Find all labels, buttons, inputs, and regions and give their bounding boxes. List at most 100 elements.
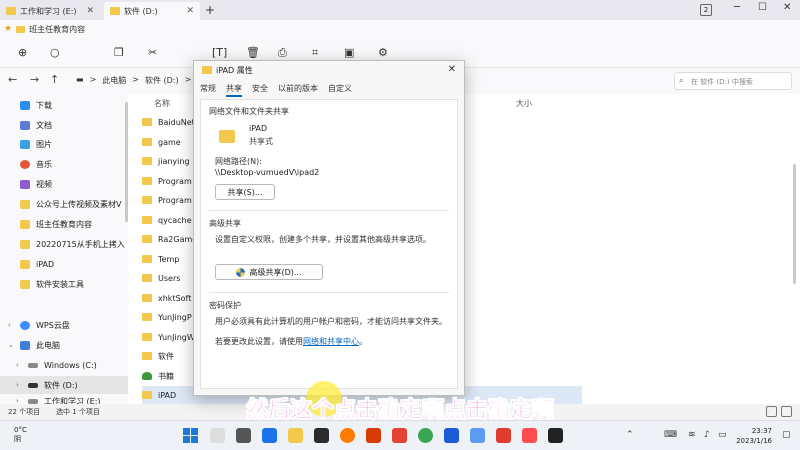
browser-icon[interactable] bbox=[262, 428, 277, 443]
sidebar-item-folder[interactable]: 软件安装工具 bbox=[0, 275, 128, 293]
clock[interactable]: 23:37 2023/1/16 bbox=[736, 426, 772, 446]
sidebar-item-folder[interactable]: 班主任教育内容 bbox=[0, 215, 128, 233]
sidebar-item-folder[interactable]: iPAD bbox=[0, 255, 128, 273]
copy-icon[interactable]: ❐ bbox=[114, 46, 124, 59]
column-header-size[interactable]: 大小 bbox=[516, 98, 532, 109]
sidebar-item-this-pc[interactable]: ⌄ 此电脑 bbox=[0, 336, 128, 354]
tab-general[interactable]: 常规 bbox=[200, 83, 216, 97]
chevron-right-icon[interactable]: › bbox=[16, 361, 26, 369]
app-icon[interactable] bbox=[340, 428, 355, 443]
breadcrumb-sep: > bbox=[184, 75, 192, 84]
details-view-icon[interactable] bbox=[766, 406, 777, 417]
tab-security[interactable]: 安全 bbox=[252, 83, 268, 97]
dialog-tabs: 常规 共享 安全 以前的版本 自定义 bbox=[200, 83, 352, 97]
maximize-icon[interactable]: ☐ bbox=[758, 2, 767, 13]
sidebar-item-drive-d[interactable]: › 软件 (D:) bbox=[0, 376, 128, 394]
app-icon[interactable] bbox=[522, 428, 537, 443]
sidebar-item-folder[interactable]: 20220715从手机上拷入 bbox=[0, 235, 128, 253]
share-button[interactable]: 共享(S)... bbox=[215, 184, 275, 200]
notification-icon[interactable]: ▢ bbox=[782, 430, 791, 440]
share-icon[interactable]: ⎙ bbox=[278, 46, 287, 60]
tab-work-study-drive[interactable]: 工作和学习 (E:) ✕ bbox=[0, 2, 100, 20]
close-window-icon[interactable]: ✕ bbox=[783, 2, 791, 13]
chevron-right-icon[interactable]: › bbox=[16, 381, 26, 389]
task-view-icon[interactable] bbox=[236, 428, 251, 443]
breadcrumb[interactable]: ▬ > 此电脑 > 软件 (D:) > bbox=[76, 75, 191, 86]
video-icon bbox=[20, 179, 30, 189]
close-icon[interactable]: ✕ bbox=[448, 64, 456, 75]
sidebar-item-label: 图片 bbox=[36, 139, 52, 149]
search-icon[interactable] bbox=[210, 428, 225, 443]
weather-widget[interactable]: 0°C 阴 bbox=[14, 426, 27, 444]
folder-icon bbox=[142, 157, 152, 165]
network-path-value: \\Desktop-vumuedV\ipad2 bbox=[215, 168, 320, 177]
tab-previous-versions[interactable]: 以前的版本 bbox=[278, 83, 318, 97]
battery-icon[interactable]: ▭ bbox=[718, 430, 727, 440]
app-icon[interactable] bbox=[470, 428, 485, 443]
rename-icon[interactable]: [T] bbox=[212, 46, 227, 59]
share-status: 共享式 bbox=[249, 137, 273, 146]
up-icon[interactable]: ↑ bbox=[50, 73, 59, 86]
chevron-right-icon[interactable]: › bbox=[8, 321, 18, 329]
sidebar-item-downloads[interactable]: 下载 bbox=[0, 96, 128, 114]
network-sharing-center-link[interactable]: 网络和共享中心 bbox=[303, 337, 359, 346]
app-icon[interactable] bbox=[444, 428, 459, 443]
new-icon[interactable]: ⊕ bbox=[18, 46, 27, 59]
tiles-view-icon[interactable] bbox=[781, 406, 792, 417]
folder-icon bbox=[142, 391, 152, 399]
settings-icon[interactable]: ⚙ bbox=[378, 46, 388, 59]
minimize-icon[interactable]: ─ bbox=[734, 2, 740, 13]
folder-icon bbox=[20, 279, 30, 289]
app-icon[interactable] bbox=[392, 428, 407, 443]
download-icon bbox=[20, 100, 30, 110]
delete-icon[interactable]: 🗑 bbox=[246, 46, 260, 59]
properties-icon[interactable]: ▣ bbox=[344, 46, 354, 59]
app-icon[interactable] bbox=[366, 428, 381, 443]
sidebar-item-videos[interactable]: 视频 bbox=[0, 175, 128, 193]
chevron-up-icon[interactable]: ⌃ bbox=[626, 430, 634, 440]
file-list-scrollbar[interactable] bbox=[793, 164, 796, 284]
sidebar-item-wps-cloud[interactable]: › WPS云盘 bbox=[0, 316, 128, 334]
close-icon[interactable]: ✕ bbox=[186, 6, 194, 16]
file-explorer-icon[interactable] bbox=[288, 428, 303, 443]
sidebar-item-pictures[interactable]: 图片 bbox=[0, 135, 128, 153]
advanced-share-button[interactable]: 高级共享(D)... bbox=[215, 264, 323, 280]
selection-count: 选中 1 个项目 bbox=[56, 408, 100, 416]
app-icon[interactable] bbox=[314, 428, 329, 443]
app-icon[interactable] bbox=[418, 428, 433, 443]
start-icon[interactable] bbox=[183, 428, 198, 443]
window-count-badge[interactable]: 2 bbox=[700, 4, 712, 16]
sort-icon[interactable]: ○ bbox=[50, 46, 60, 59]
favorite-item[interactable]: 班主任教育内容 bbox=[29, 24, 85, 35]
sidebar-item-music[interactable]: 音乐 bbox=[0, 155, 128, 173]
chevron-down-icon[interactable]: ⌄ bbox=[8, 341, 18, 349]
folder-icon bbox=[20, 219, 30, 229]
keyboard-icon[interactable]: ⌨ bbox=[664, 430, 677, 440]
volume-icon[interactable]: ♪ bbox=[704, 430, 710, 440]
app-icon[interactable] bbox=[496, 428, 511, 443]
dialog-title-bar[interactable]: iPAD 属性 bbox=[194, 61, 464, 79]
tab-software-drive[interactable]: 软件 (D:) ✕ bbox=[104, 2, 200, 20]
tab-sharing[interactable]: 共享 bbox=[226, 83, 242, 97]
folder-icon bbox=[142, 294, 152, 302]
tab-customize[interactable]: 自定义 bbox=[328, 83, 352, 97]
breadcrumb-item[interactable]: 此电脑 bbox=[102, 75, 126, 86]
sidebar-item-documents[interactable]: 文档 bbox=[0, 116, 128, 134]
new-tab-button[interactable]: + bbox=[205, 3, 215, 17]
app-icon[interactable] bbox=[548, 428, 563, 443]
sidebar-item-folder[interactable]: 公众号上传视频及素材V bbox=[0, 195, 128, 213]
sidebar-item-drive-c[interactable]: › Windows (C:) bbox=[0, 356, 128, 374]
advanced-share-button-label: 高级共享(D)... bbox=[249, 267, 302, 277]
column-header-name[interactable]: 名称 bbox=[154, 98, 170, 109]
back-icon[interactable]: ← bbox=[8, 73, 17, 86]
cut-icon[interactable]: ✂ bbox=[148, 46, 157, 59]
breadcrumb-item[interactable]: 软件 (D:) bbox=[145, 75, 179, 86]
file-name: 书籍 bbox=[158, 371, 174, 381]
search-input[interactable]: ⌕ 在 软件 (D:) 中搜索 bbox=[674, 72, 792, 90]
wifi-icon[interactable]: ≋ bbox=[688, 430, 696, 440]
folder-icon bbox=[142, 118, 152, 126]
close-icon[interactable]: ✕ bbox=[86, 6, 94, 16]
crop-icon[interactable]: ⌗ bbox=[312, 46, 318, 60]
folder-icon bbox=[142, 313, 152, 321]
forward-icon[interactable]: → bbox=[30, 73, 39, 86]
